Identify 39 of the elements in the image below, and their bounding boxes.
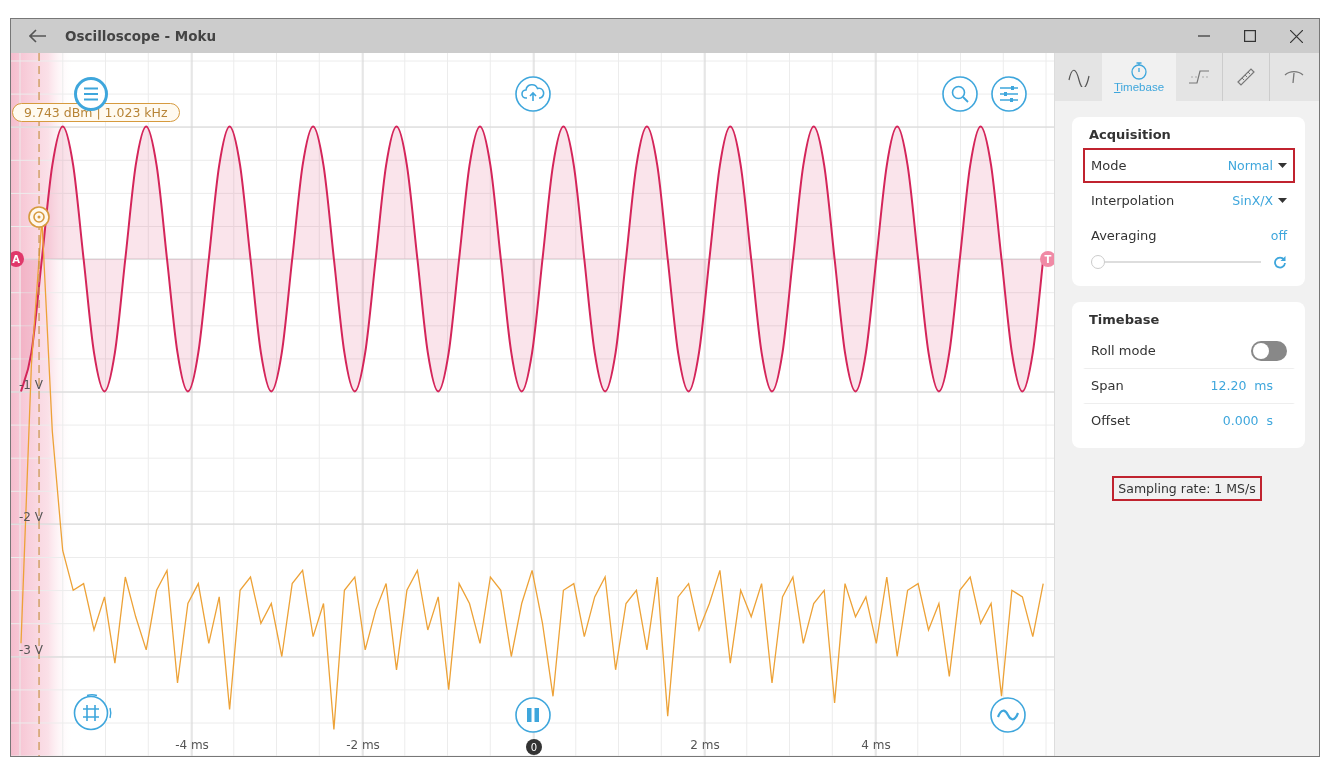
grid-button[interactable] [73, 693, 113, 731]
highlighted-setting-row[interactable]: Mode Normal [1083, 148, 1295, 183]
setting-label: Roll mode [1091, 343, 1157, 358]
x-axis-label: -4 ms [175, 738, 209, 752]
window-title: Oscilloscope - Moku [65, 28, 217, 44]
pause-button[interactable] [515, 697, 551, 733]
back-arrow-icon [29, 29, 47, 43]
ruler-icon [1235, 66, 1257, 88]
setting-value[interactable]: 12.20 ms [1210, 377, 1273, 393]
sampling-rate-text: Sampling rate: 1 MS/s [1112, 476, 1262, 501]
close-icon [1289, 29, 1303, 43]
x-axis-label: 4 ms [861, 738, 891, 752]
setting-label: Span [1091, 377, 1125, 393]
cloud-upload-button[interactable] [515, 76, 551, 112]
step-icon [1187, 67, 1211, 87]
trigger-marker[interactable]: T [1040, 251, 1054, 267]
reset-icon[interactable] [1273, 255, 1287, 269]
sine-wave-icon [1066, 67, 1091, 87]
roll-mode-toggle[interactable] [1251, 340, 1287, 361]
zero-marker[interactable]: 0 [526, 739, 542, 755]
y-axis-label: -3 V [19, 642, 43, 657]
x-axis-label: 2 ms [690, 738, 720, 752]
setting-row[interactable]: Interpolation SinX/X [1083, 183, 1295, 218]
waveform-button[interactable] [990, 697, 1026, 733]
timebase-tab[interactable]: Timebase [1102, 53, 1176, 101]
settings-button[interactable] [991, 76, 1027, 112]
caret-icon [1278, 162, 1287, 169]
slider-thumb[interactable] [1091, 255, 1105, 269]
search-button[interactable] [942, 76, 978, 112]
setting-label: Averaging [1091, 227, 1158, 243]
maximize-icon [1244, 30, 1256, 42]
caret-icon [1278, 197, 1287, 204]
setting-value[interactable]: 0.000 s [1222, 412, 1273, 428]
section-title: Acquisition [1089, 127, 1172, 142]
section-title: Timebase [1089, 312, 1161, 327]
stopwatch-icon [1129, 61, 1149, 81]
setting-label: Offset [1091, 412, 1132, 428]
x-axis-label: -2 ms [346, 738, 380, 752]
setting-value: off [1270, 227, 1287, 243]
